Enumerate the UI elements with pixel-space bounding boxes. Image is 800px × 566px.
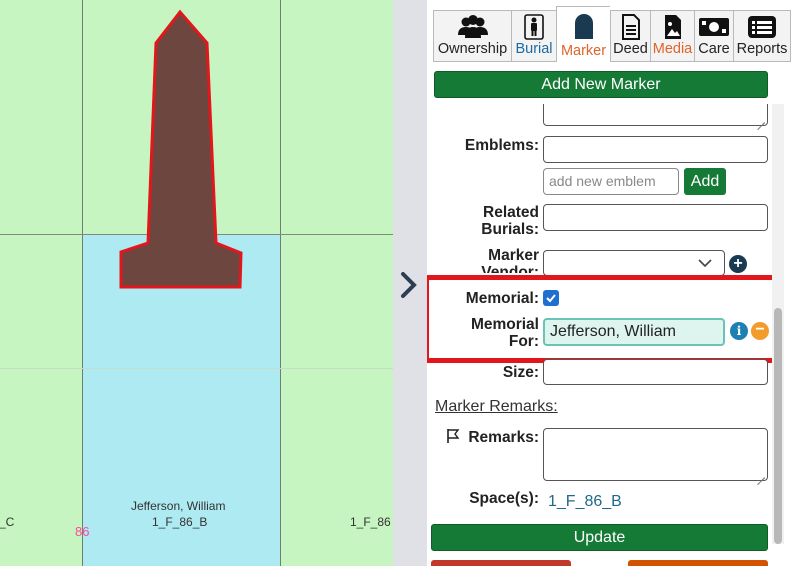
marker-vendor-select[interactable] xyxy=(543,250,725,276)
plot-id-label-right: 1_F_86 xyxy=(350,515,391,529)
resize-grip-icon xyxy=(757,470,765,478)
update-button[interactable]: Update xyxy=(431,524,768,551)
marker-remarks-heading: Marker Remarks: xyxy=(435,398,558,415)
emblems-label: Emblems: xyxy=(464,137,539,154)
delete-button[interactable] xyxy=(431,560,571,566)
plot-id-label-left: _C xyxy=(0,515,15,529)
tab-media-label: Media xyxy=(652,41,693,57)
tab-media[interactable]: Media xyxy=(650,10,694,62)
tab-ownership-label: Ownership xyxy=(437,41,508,57)
marker-description-textarea[interactable] xyxy=(543,104,768,126)
scrollbar-thumb[interactable] xyxy=(774,308,782,544)
emblems-field[interactable] xyxy=(543,136,768,163)
tab-bar: Ownership Burial Marker Deed Media Care … xyxy=(433,6,791,62)
tab-reports-label: Reports xyxy=(736,41,788,57)
marker-shape[interactable] xyxy=(0,0,393,566)
document-icon xyxy=(611,14,650,40)
tab-deed-label: Deed xyxy=(613,41,648,57)
list-icon xyxy=(734,14,790,40)
chevron-right-icon[interactable] xyxy=(399,270,423,304)
tab-marker[interactable]: Marker xyxy=(556,6,610,62)
add-new-marker-button[interactable]: Add New Marker xyxy=(434,71,768,98)
chevron-down-icon xyxy=(698,259,712,268)
plus-circle-icon[interactable]: + xyxy=(729,255,747,273)
cancel-button[interactable] xyxy=(628,560,768,566)
money-icon xyxy=(695,14,733,40)
highlight-box xyxy=(427,275,777,363)
marker-form: Emblems: add new emblem Add Related Buri… xyxy=(427,104,800,566)
tab-burial-label: Burial xyxy=(515,41,553,57)
tab-burial[interactable]: Burial xyxy=(511,10,556,62)
tab-reports[interactable]: Reports xyxy=(733,10,791,62)
tab-deed[interactable]: Deed xyxy=(610,10,650,62)
resize-grip-icon xyxy=(757,115,765,123)
headstone-icon xyxy=(557,13,610,39)
spaces-value[interactable]: 1_F_86_B xyxy=(548,493,622,511)
panel-toggle-strip xyxy=(393,0,427,566)
form-scrollbar[interactable] xyxy=(772,104,784,544)
tab-marker-label: Marker xyxy=(560,43,607,59)
marker-vendor-label: Marker Vendor: xyxy=(481,247,539,273)
size-field[interactable] xyxy=(543,359,768,385)
related-burials-label: Related Burials: xyxy=(481,204,539,238)
remarks-textarea[interactable] xyxy=(543,428,768,481)
add-emblem-button[interactable]: Add xyxy=(684,168,726,195)
tab-ownership[interactable]: Ownership xyxy=(433,10,511,62)
spaces-label: Space(s): xyxy=(469,490,539,507)
cemetery-map[interactable]: Jefferson, William 1_F_86_B _C 1_F_86 86 xyxy=(0,0,393,566)
section-number-label: 86 xyxy=(75,524,90,539)
size-label: Size: xyxy=(502,364,539,381)
details-panel: Ownership Burial Marker Deed Media Care … xyxy=(427,0,800,566)
users-icon xyxy=(434,14,511,40)
remarks-label: Remarks: xyxy=(468,429,539,446)
image-file-icon xyxy=(651,14,694,40)
related-burials-field[interactable] xyxy=(543,204,768,231)
tab-care[interactable]: Care xyxy=(694,10,733,62)
plot-name-label: Jefferson, William xyxy=(131,499,226,513)
plot-id-label: 1_F_86_B xyxy=(152,515,208,529)
tab-care-label: Care xyxy=(698,41,730,57)
person-icon xyxy=(512,14,556,40)
new-emblem-input[interactable]: add new emblem xyxy=(543,168,679,195)
